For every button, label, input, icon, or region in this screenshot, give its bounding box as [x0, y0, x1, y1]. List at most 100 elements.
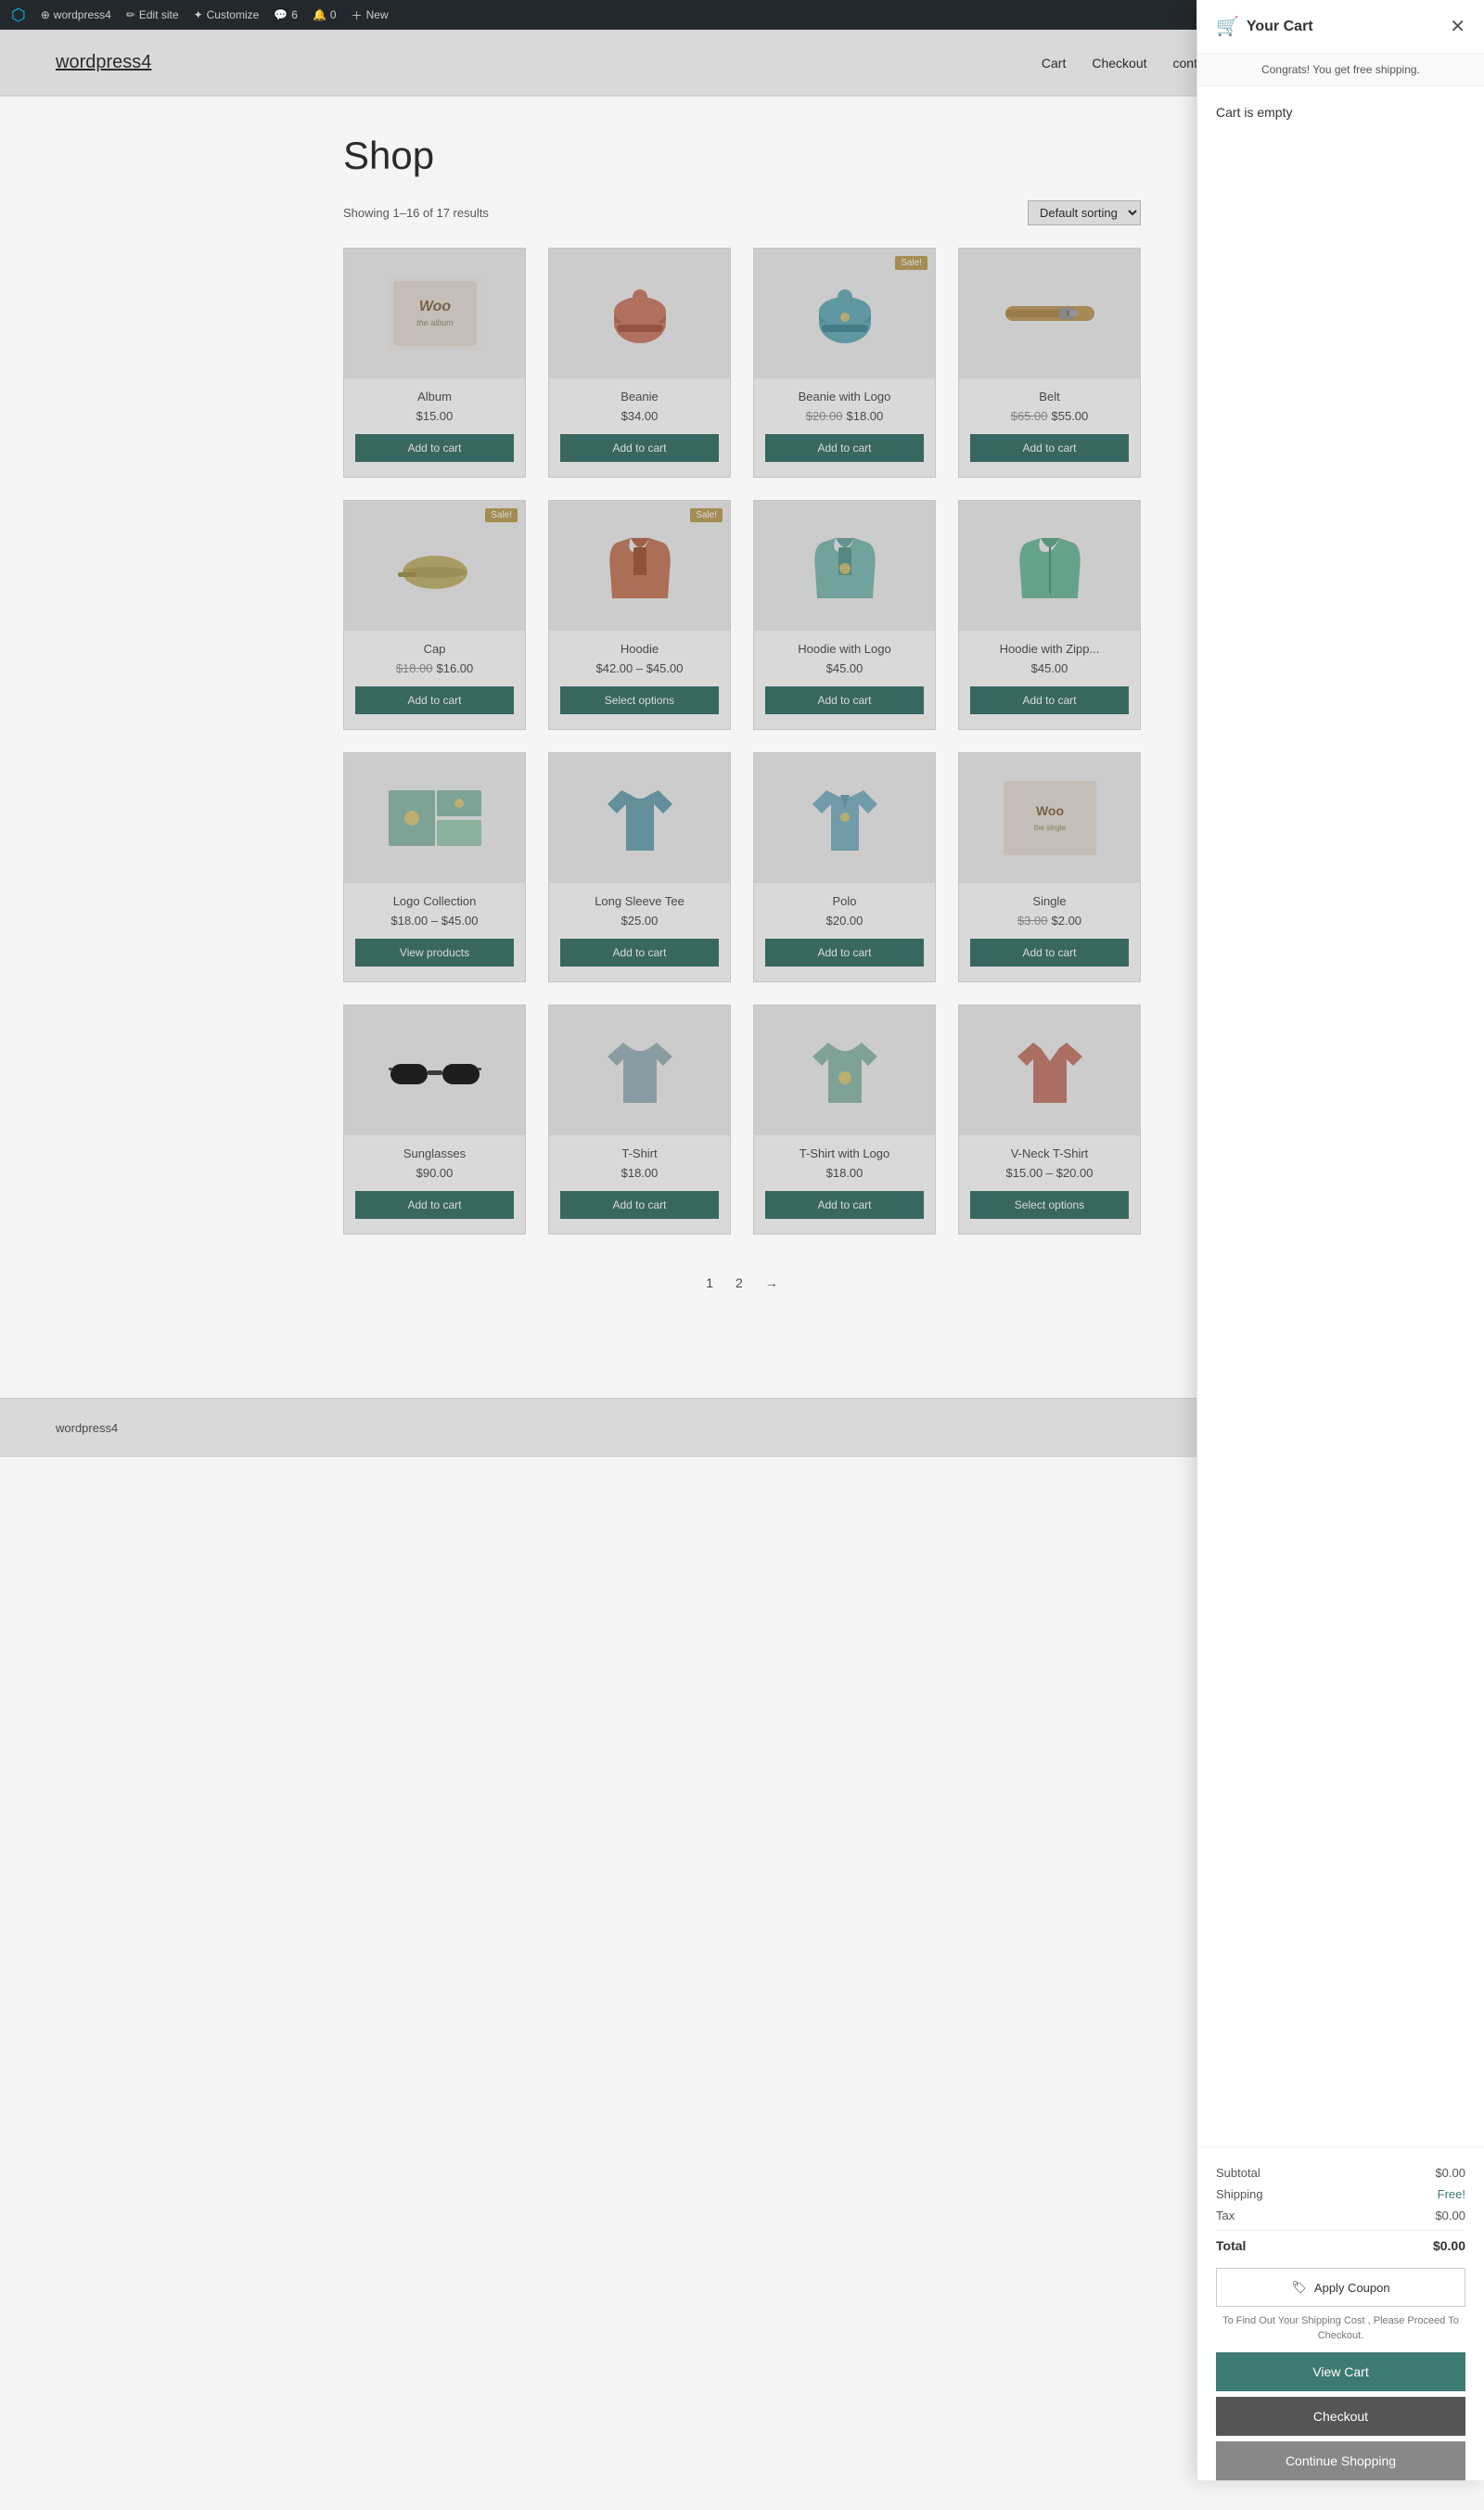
svg-text:Woo: Woo [418, 299, 451, 314]
admin-bar-edit-site[interactable]: ✏ Edit site [126, 8, 179, 21]
cart-panel-title: Your Cart [1247, 19, 1313, 35]
product-image-cap: Sale! [344, 501, 525, 631]
product-name-cap: Cap [344, 642, 525, 656]
product-image-beanie-logo: Sale! [754, 249, 935, 378]
product-card-longsleeve: Long Sleeve Tee $25.00 Add to cart [548, 752, 731, 982]
product-price-tshirt-logo: $18.00 [754, 1166, 935, 1180]
sort-select[interactable]: Default sorting [1028, 200, 1141, 225]
product-image-hoodie: Sale! [549, 501, 730, 631]
product-name-beanie: Beanie [549, 390, 730, 403]
product-name-hoodie-zip: Hoodie with Zipp... [959, 642, 1140, 656]
next-page[interactable]: → [758, 1272, 786, 1294]
total-label: Total [1216, 2238, 1246, 2253]
comments-icon: 💬 [274, 8, 288, 21]
select-options-vneck[interactable]: Select options [970, 1191, 1129, 1219]
product-name-sunglasses: Sunglasses [344, 1146, 525, 1160]
shop-title: Shop [343, 134, 1141, 178]
product-price-tshirt: $18.00 [549, 1166, 730, 1180]
admin-bar-new[interactable]: ＋ New [352, 7, 389, 23]
shop-content: Shop Showing 1–16 of 17 results Default … [325, 96, 1159, 1398]
showing-results: Showing 1–16 of 17 results [343, 206, 489, 220]
product-image-single: Woothe single [959, 753, 1140, 883]
add-to-cart-hoodie-logo[interactable]: Add to cart [765, 686, 924, 714]
product-price-longsleeve: $25.00 [549, 914, 730, 928]
add-to-cart-tshirt[interactable]: Add to cart [560, 1191, 719, 1219]
product-image-hoodie-zip [959, 501, 1140, 631]
product-name-tshirt-logo: T-Shirt with Logo [754, 1146, 935, 1160]
footer-site-title: wordpress4 [56, 1421, 118, 1435]
product-name-longsleeve: Long Sleeve Tee [549, 894, 730, 908]
sale-badge-cap: Sale! [485, 508, 518, 522]
product-price-polo: $20.00 [754, 914, 935, 928]
product-name-vneck: V-Neck T-Shirt [959, 1146, 1140, 1160]
add-to-cart-single[interactable]: Add to cart [970, 939, 1129, 967]
product-image-tshirt [549, 1005, 730, 1135]
cart-empty-area: Cart is empty [1197, 86, 1484, 2146]
product-name-beanie-logo: Beanie with Logo [754, 390, 935, 403]
view-cart-button[interactable]: View Cart [1216, 2352, 1465, 2391]
product-image-longsleeve [549, 753, 730, 883]
add-to-cart-beanie-logo[interactable]: Add to cart [765, 434, 924, 462]
add-to-cart-cap[interactable]: Add to cart [355, 686, 514, 714]
add-to-cart-tshirt-logo[interactable]: Add to cart [765, 1191, 924, 1219]
product-card-sunglasses: Sunglasses $90.00 Add to cart [343, 1005, 526, 1235]
product-grid: Woothe album Album $15.00 Add to cart Be… [343, 248, 1141, 1235]
add-to-cart-beanie[interactable]: Add to cart [560, 434, 719, 462]
product-price-belt: $65.00$55.00 [959, 409, 1140, 423]
cart-totals: Subtotal $0.00 Shipping Free! Tax $0.00 … [1216, 2162, 1465, 2257]
add-to-cart-hoodie-zip[interactable]: Add to cart [970, 686, 1129, 714]
product-price-hoodie: $42.00 – $45.00 [549, 661, 730, 675]
edit-icon: ✏ [126, 8, 135, 21]
cart-empty-text: Cart is empty [1216, 105, 1292, 120]
product-card-vneck: V-Neck T-Shirt $15.00 – $20.00 Select op… [958, 1005, 1141, 1235]
admin-bar-site[interactable]: ⊕ wordpress4 [41, 8, 111, 21]
checkout-button[interactable]: Checkout [1216, 2397, 1465, 2436]
product-image-vneck [959, 1005, 1140, 1135]
add-to-cart-belt[interactable]: Add to cart [970, 434, 1129, 462]
notifications-icon: 🔔 [313, 8, 326, 21]
product-card-album: Woothe album Album $15.00 Add to cart [343, 248, 526, 478]
cart-panel: 🛒 Your Cart ✕ Congrats! You get free shi… [1196, 0, 1484, 2480]
shop-meta: Showing 1–16 of 17 results Default sorti… [343, 200, 1141, 225]
product-card-belt: Belt $65.00$55.00 Add to cart [958, 248, 1141, 478]
apply-coupon-label: Apply Coupon [1314, 2281, 1390, 2295]
apply-coupon-button[interactable]: 🏷 Apply Coupon [1216, 2268, 1465, 2307]
cart-subtotal-row: Subtotal $0.00 [1216, 2162, 1465, 2183]
add-to-cart-longsleeve[interactable]: Add to cart [560, 939, 719, 967]
admin-bar-notifications[interactable]: 🔔 0 [313, 8, 337, 21]
total-value: $0.00 [1433, 2238, 1465, 2253]
select-options-hoodie[interactable]: Select options [560, 686, 719, 714]
product-image-belt [959, 249, 1140, 378]
product-price-cap: $18.00$16.00 [344, 661, 525, 675]
product-card-beanie: Beanie $34.00 Add to cart [548, 248, 731, 478]
cart-footer: Subtotal $0.00 Shipping Free! Tax $0.00 … [1197, 2146, 1484, 2480]
nav-checkout[interactable]: Checkout [1092, 56, 1146, 70]
product-image-logo-collection [344, 753, 525, 883]
product-image-tshirt-logo [754, 1005, 935, 1135]
product-price-sunglasses: $90.00 [344, 1166, 525, 1180]
product-card-polo: Polo $20.00 Add to cart [753, 752, 936, 982]
product-card-tshirt: T-Shirt $18.00 Add to cart [548, 1005, 731, 1235]
add-to-cart-polo[interactable]: Add to cart [765, 939, 924, 967]
product-card-hoodie-zip: Hoodie with Zipp... $45.00 Add to cart [958, 500, 1141, 730]
continue-shopping-button[interactable]: Continue Shopping [1216, 2441, 1465, 2480]
product-price-hoodie-zip: $45.00 [959, 661, 1140, 675]
cart-header: 🛒 Your Cart ✕ [1197, 0, 1484, 54]
add-to-cart-album[interactable]: Add to cart [355, 434, 514, 462]
admin-bar-customize[interactable]: ✦ Customize [194, 8, 260, 21]
add-to-cart-sunglasses[interactable]: Add to cart [355, 1191, 514, 1219]
cart-tax-row: Tax $0.00 [1216, 2205, 1465, 2226]
wp-logo[interactable]: ⬡ [11, 6, 26, 25]
view-products-logo-collection[interactable]: View products [355, 939, 514, 967]
product-name-belt: Belt [959, 390, 1140, 403]
shipping-label: Shipping [1216, 2187, 1263, 2201]
cart-close-button[interactable]: ✕ [1450, 18, 1465, 36]
subtotal-value: $0.00 [1435, 2166, 1465, 2180]
product-price-beanie-logo: $20.00$18.00 [754, 409, 935, 423]
nav-cart[interactable]: Cart [1042, 56, 1066, 70]
product-name-tshirt: T-Shirt [549, 1146, 730, 1160]
site-title[interactable]: wordpress4 [56, 52, 151, 73]
page-2[interactable]: 2 [728, 1272, 750, 1294]
cart-total-row: Total $0.00 [1216, 2230, 1465, 2257]
admin-bar-comments[interactable]: 💬 6 [274, 8, 298, 21]
